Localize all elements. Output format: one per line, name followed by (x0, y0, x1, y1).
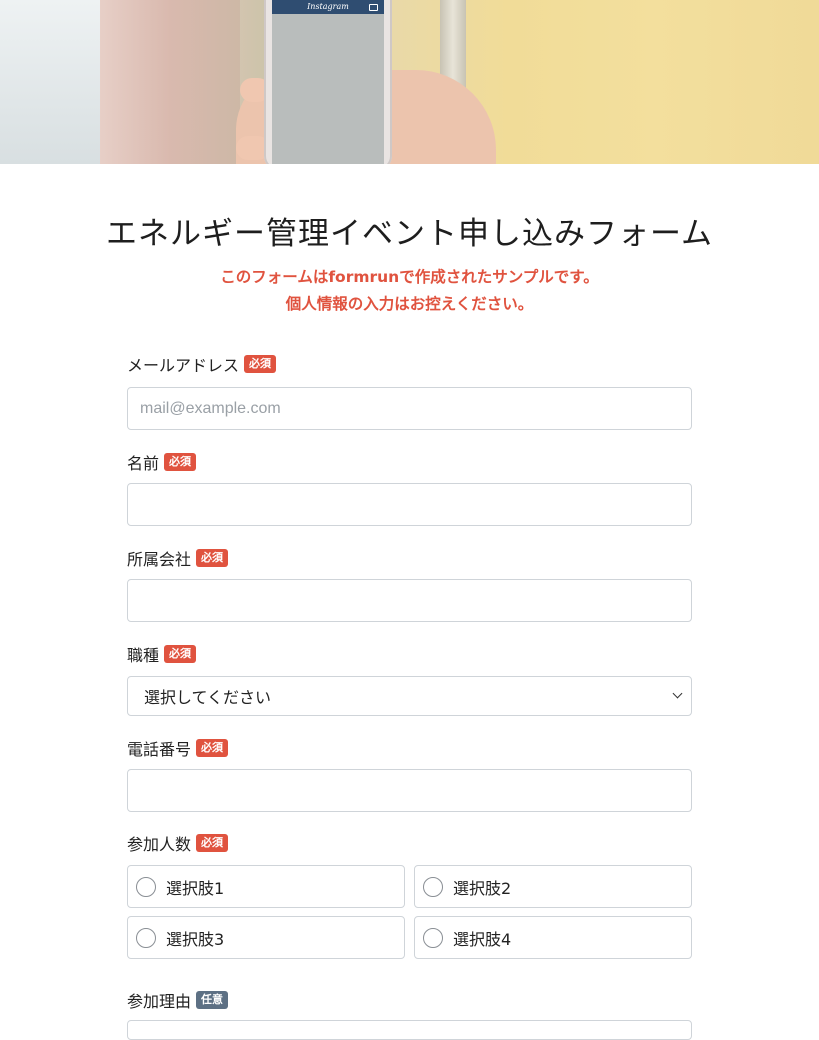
hero-building (100, 0, 240, 164)
email-field[interactable] (127, 387, 692, 430)
notice-line-1: このフォームはformrunで作成されたサンプルです。 (220, 268, 599, 286)
required-badge: 必須 (196, 549, 229, 567)
radio-option-4[interactable]: 選択肢4 (414, 916, 692, 959)
company-label: 所属会社 必須 (127, 546, 229, 570)
radio-option-1[interactable]: 選択肢1 (127, 865, 405, 908)
hero-phone: Instagram (264, 0, 392, 164)
phone-label: 電話番号 必須 (127, 736, 229, 760)
required-badge: 必須 (196, 739, 229, 757)
email-label-text: メールアドレス (127, 356, 240, 375)
required-badge: 必須 (164, 645, 197, 663)
job-select[interactable]: 選択してください (127, 676, 692, 716)
radio-option-3[interactable]: 選択肢3 (127, 916, 405, 959)
name-label: 名前 必須 (127, 450, 197, 474)
phone-app-title: Instagram (307, 2, 349, 11)
radio-button[interactable] (423, 876, 443, 897)
inbox-icon (369, 4, 378, 11)
phone-field[interactable] (127, 769, 692, 812)
radio-button[interactable] (423, 927, 443, 948)
radio-option-label: 選択肢2 (453, 878, 512, 898)
name-label-text: 名前 (127, 454, 160, 473)
email-label: メールアドレス 必須 (127, 352, 277, 376)
company-field[interactable] (127, 579, 692, 622)
phone-label-text: 電話番号 (127, 740, 192, 759)
name-field[interactable] (127, 483, 692, 526)
radio-option-label: 選択肢3 (166, 929, 225, 949)
company-label-text: 所属会社 (127, 550, 192, 569)
notice-line-2: 個人情報の入力はお控えください。 (285, 295, 534, 313)
reason-field[interactable] (127, 1020, 692, 1040)
reason-label: 参加理由 任意 (127, 988, 229, 1012)
hero-image: Instagram (0, 0, 819, 164)
required-badge: 必須 (244, 355, 277, 373)
sample-notice: このフォームはformrunで作成されたサンプルです。 個人情報の入力はお控えく… (0, 264, 819, 318)
hero-wall (0, 0, 100, 164)
job-label-text: 職種 (127, 646, 160, 665)
radio-button[interactable] (136, 927, 156, 948)
radio-option-label: 選択肢1 (166, 878, 225, 898)
hero-phone-screen (272, 0, 384, 164)
reason-label-text: 参加理由 (127, 992, 192, 1011)
radio-option-2[interactable]: 選択肢2 (414, 865, 692, 908)
optional-badge: 任意 (196, 991, 229, 1009)
hero-phone-bar: Instagram (272, 0, 384, 14)
radio-button[interactable] (136, 876, 156, 897)
radio-option-label: 選択肢4 (453, 929, 512, 949)
participants-label: 参加人数 必須 (127, 831, 229, 855)
participants-label-text: 参加人数 (127, 835, 192, 854)
form-title: エネルギー管理イベント申し込みフォーム (105, 216, 714, 252)
chevron-down-icon (672, 688, 683, 699)
job-select-value: 選択してください (144, 688, 272, 707)
job-label: 職種 必須 (127, 642, 197, 666)
required-badge: 必須 (164, 453, 197, 471)
required-badge: 必須 (196, 834, 229, 852)
